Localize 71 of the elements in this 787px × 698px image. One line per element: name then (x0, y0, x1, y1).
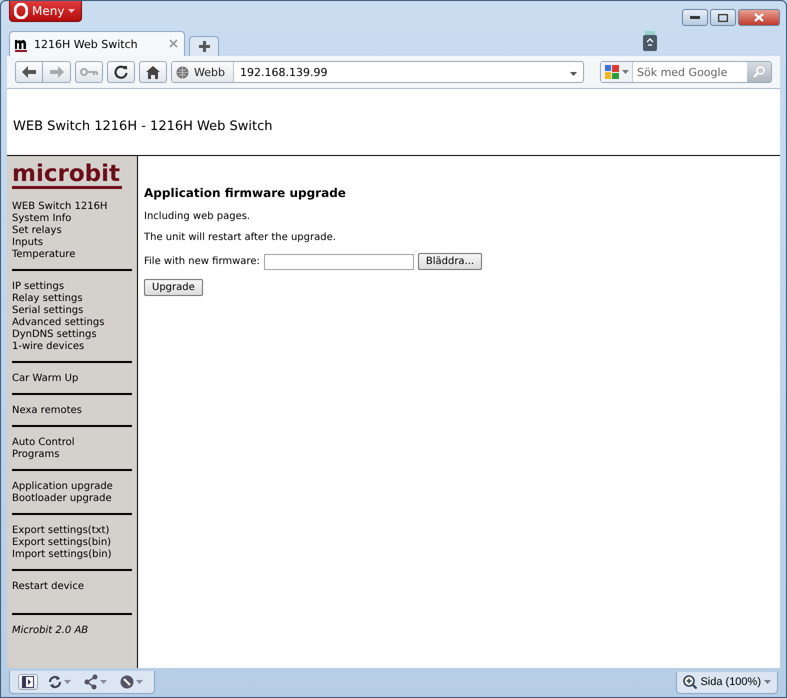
footer-text: Microbit 2.0 AB (12, 625, 90, 636)
sync-icon (47, 674, 63, 690)
address-text: 192.168.139.99 (238, 66, 328, 78)
minimize-button[interactable] (682, 9, 708, 26)
sidebar-link[interactable]: Nexa remotes (12, 405, 82, 417)
globe-icon (176, 66, 189, 78)
sidebar-link[interactable]: Temperature (12, 249, 76, 261)
sidebar-link[interactable]: Car Warm Up (12, 373, 78, 385)
new-tab-button[interactable] (189, 36, 219, 56)
network-icon (83, 674, 99, 690)
caret-icon (64, 680, 71, 684)
sidebar-link[interactable]: Inputs (12, 237, 44, 249)
info-text: The unit will restart after the upgrade. (144, 232, 337, 243)
sidebar-link[interactable]: 1-wire devices (12, 341, 84, 353)
address-prefix: Webb (194, 66, 225, 78)
zoom-button[interactable]: Sida (100%) (676, 672, 778, 694)
sidebar-link[interactable]: Set relays (12, 225, 62, 237)
home-button[interactable] (139, 61, 167, 83)
section-heading: Application firmware upgrade (144, 186, 347, 200)
home-icon (146, 66, 160, 78)
close-icon (169, 38, 178, 48)
zoom-icon (683, 675, 698, 689)
reload-icon (114, 65, 128, 79)
page-title: WEB Switch 1216H - 1216H Web Switch (13, 118, 272, 134)
close-icon (754, 13, 764, 22)
sidebar-link[interactable]: Export settings(txt) (12, 525, 110, 537)
sidebar-link[interactable]: Restart device (12, 581, 84, 593)
colored-squares-icon (604, 64, 620, 80)
file-input-field[interactable] (264, 254, 414, 270)
sidebar-link[interactable]: IP settings (12, 281, 64, 293)
back-button[interactable] (15, 61, 43, 83)
search-field[interactable]: Sök med Google (600, 61, 772, 83)
ring-icon (14, 3, 28, 19)
sidebar-link[interactable]: Programs (12, 449, 60, 461)
key-icon (80, 68, 98, 76)
sidebar-link[interactable]: Serial settings (12, 305, 84, 317)
browser-tab[interactable]: 1216H Web Switch (9, 31, 185, 56)
sidebar-link[interactable]: Relay settings (12, 293, 83, 305)
close-button[interactable] (738, 9, 780, 26)
sidebar-link[interactable]: DynDNS settings (12, 329, 97, 341)
caret-icon (764, 680, 771, 684)
right-arrow-icon (50, 66, 64, 78)
sidebar-link[interactable]: System Info (12, 213, 72, 225)
caret-icon (136, 680, 143, 684)
sidebar-link[interactable]: Auto Control (12, 437, 75, 449)
reload-button[interactable] (107, 61, 135, 83)
caret-icon (570, 72, 577, 76)
caret-icon (100, 680, 107, 684)
info-text: Including web pages. (144, 211, 252, 222)
sidebar-link[interactable]: Advanced settings (12, 317, 104, 329)
left-arrow-icon (22, 66, 36, 78)
plus-icon (198, 41, 210, 52)
sidebar-link[interactable]: WEB Switch 1216H (12, 201, 108, 213)
search-icon (753, 66, 765, 78)
address-field[interactable]: Webb 192.168.139.99 (171, 61, 584, 83)
sidebar-link[interactable]: Application upgrade (12, 481, 113, 493)
field-label: File with new firmware: (144, 256, 260, 267)
menu-button[interactable]: Meny (9, 1, 82, 22)
caret-icon (68, 9, 76, 13)
upgrade-button[interactable]: Upgrade (144, 279, 203, 296)
logo: microbit (12, 162, 122, 189)
sidebar-link[interactable]: Export settings(bin) (12, 537, 112, 549)
sidebar-link[interactable]: Import settings(bin) (12, 549, 112, 561)
browse-button[interactable]: Bläddra... (418, 253, 482, 270)
panel-icon (22, 676, 34, 688)
maximize-button[interactable] (710, 9, 736, 26)
minimize-icon (690, 16, 700, 19)
sidebar-link[interactable]: Bootloader upgrade (12, 493, 112, 505)
caret-icon (622, 70, 629, 74)
maximize-icon (718, 14, 728, 22)
panel-toggle-button[interactable] (18, 674, 38, 690)
